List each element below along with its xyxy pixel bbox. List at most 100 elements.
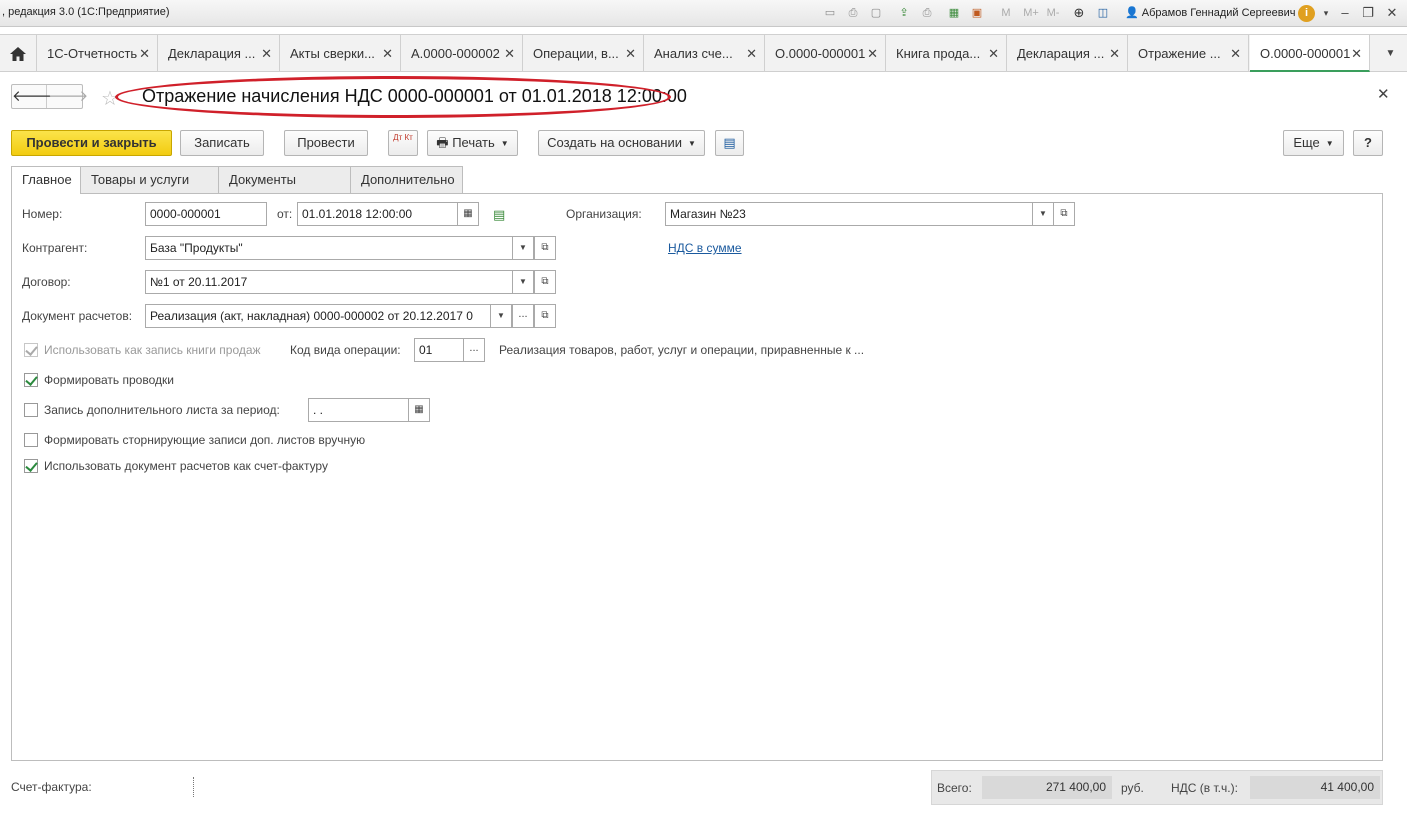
organization-dropdown-button[interactable]: ▼ [1032,202,1054,226]
memory-plus-button[interactable]: M+ [1021,6,1041,20]
contractor-input[interactable]: База "Продукты" [145,236,513,260]
nds-in-sum-link[interactable]: НДС в сумме [668,241,742,255]
total-label: Всего: [937,781,972,795]
form-entries-checkbox[interactable] [24,373,38,387]
tab-reconciliation-acts[interactable]: Акты сверки... ✕ [280,35,401,72]
dropdown-arrow-icon: ▼ [1325,138,1334,148]
tab-1c-reporting[interactable]: 1С-Отчетность ✕ [37,35,158,72]
post-button[interactable]: Провести [284,130,368,156]
help-button[interactable]: ? [1353,130,1383,156]
close-tab-icon[interactable]: ✕ [1351,35,1362,72]
close-tab-icon[interactable]: ✕ [139,35,150,72]
arrow-left-icon: 🡐 [12,88,53,105]
contract-dropdown-button[interactable]: ▼ [512,270,534,294]
calendar-icon[interactable]: ▣ [970,6,984,20]
operation-code-description: Реализация товаров, работ, услуг и опера… [499,343,865,357]
settlement-document-label: Документ расчетов: [22,309,133,323]
tabs-menu-button[interactable]: ▼ [1374,35,1407,72]
operation-code-input[interactable]: 01 [414,338,464,362]
close-tab-icon[interactable]: ✕ [382,35,393,72]
restore-button[interactable]: ❐ [1360,4,1376,22]
organization-input[interactable]: Магазин №23 [665,202,1033,226]
calculator-icon[interactable]: ▦ [947,6,961,20]
home-icon [10,46,26,61]
tab-o-0000-000001[interactable]: О.0000-000001 ✕ [765,35,886,72]
memory-m-button[interactable]: M [999,6,1013,20]
close-tab-icon[interactable]: ✕ [261,35,272,72]
settlement-open-button[interactable]: ⧉ [534,304,556,328]
contractor-dropdown-button[interactable]: ▼ [512,236,534,260]
contract-label: Договор: [22,275,71,289]
calendar-icon: ▦ [463,208,473,219]
tab-vat-reflection[interactable]: Отражение ... ✕ [1128,35,1249,72]
app-title: , редакция 3.0 (1С:Предприятие) [2,6,170,18]
dropdown-arrow-icon: ▼ [687,138,696,148]
extra-sheet-period-input[interactable]: . . [308,398,409,422]
print-icon[interactable]: ⎙ [846,6,860,20]
close-document-icon[interactable]: ✕ [1377,85,1390,103]
structure-button[interactable]: ▤ [715,130,744,156]
contract-open-button[interactable]: ⧉ [534,270,556,294]
tab-declaration-1[interactable]: Декларация ... ✕ [158,35,280,72]
tab-operations[interactable]: Операции, в... ✕ [523,35,644,72]
settlement-select-button[interactable]: ... [512,304,534,328]
tab-o-0000-000001-active[interactable]: О.0000-000001 ✕ [1250,35,1370,72]
dropdown-icon[interactable]: ▾ [1318,4,1334,22]
use-sales-book-checkbox[interactable] [24,343,38,357]
save-button[interactable]: Записать [180,130,264,156]
more-button[interactable]: Еще ▼ [1283,130,1344,156]
create-based-on-button[interactable]: Создать на основании ▼ [538,130,705,156]
extra-sheet-calendar-button[interactable]: ▦ [408,398,430,422]
use-as-invoice-checkbox[interactable] [24,459,38,473]
tab-sales-book[interactable]: Книга прода... ✕ [886,35,1007,72]
tab-a-0000-000002[interactable]: А.0000-000002 ✕ [401,35,523,72]
tab-declaration-2[interactable]: Декларация ... ✕ [1007,35,1128,72]
storno-checkbox[interactable] [24,433,38,447]
tab-additional[interactable]: Дополнительно [350,166,463,193]
memory-minus-button[interactable]: M- [1043,6,1063,20]
contractor-open-button[interactable]: ⧉ [534,236,556,260]
zoom-icon[interactable]: ⊕ [1072,6,1086,20]
open-link-icon: ⧉ [541,276,549,287]
tab-account-analysis[interactable]: Анализ сче... ✕ [644,35,765,72]
tab-main[interactable]: Главное [11,166,81,194]
settlement-document-input[interactable]: Реализация (акт, накладная) 0000-000002 … [145,304,491,328]
close-tab-icon[interactable]: ✕ [625,35,636,72]
close-tab-icon[interactable]: ✕ [1230,35,1241,72]
post-and-close-button[interactable]: Провести и закрыть [11,130,172,156]
close-tab-icon[interactable]: ✕ [746,35,757,72]
close-window-button[interactable]: ✕ [1384,4,1400,22]
extra-sheet-checkbox[interactable] [24,403,38,417]
save-icon[interactable]: ▭ [823,6,837,20]
back-button[interactable]: 🡐 [12,85,52,108]
date-input[interactable]: 01.01.2018 12:00:00 [297,202,458,226]
number-label: Номер: [22,207,63,221]
close-tab-icon[interactable]: ✕ [867,35,878,72]
upload-icon[interactable]: ⇪ [897,6,911,20]
dt-kt-button[interactable]: Дт Кт [388,130,418,156]
comment-icon[interactable]: ▤ [493,207,505,223]
forward-button[interactable]: 🡒 [48,85,88,108]
number-input[interactable]: 0000-000001 [145,202,267,226]
tab-payment-documents[interactable]: Документы оплаты [218,166,351,213]
settlement-dropdown-button[interactable]: ▼ [490,304,512,328]
calendar-button[interactable]: ▦ [457,202,479,226]
print-icon[interactable]: ⎙ [920,6,934,20]
info-icon[interactable]: i [1298,5,1315,22]
contract-input[interactable]: №1 от 20.11.2017 [145,270,513,294]
organization-open-button[interactable]: ⧉ [1053,202,1075,226]
tab-goods-services[interactable]: Товары и услуги (1) [80,166,219,213]
home-tab[interactable] [0,35,37,72]
total-value: 271 400,00 [982,776,1112,799]
close-tab-icon[interactable]: ✕ [504,35,515,72]
close-tab-icon[interactable]: ✕ [1109,35,1120,72]
panel-toggle-icon[interactable]: ◫ [1096,6,1110,20]
open-link-icon: ⧉ [1060,208,1068,219]
print-button[interactable]: 🖶 Печать ▼ [427,130,518,156]
preview-icon[interactable]: ▢ [869,6,883,20]
minimize-button[interactable]: – [1337,4,1353,22]
close-tab-icon[interactable]: ✕ [988,35,999,72]
structure-icon: ▤ [723,135,736,150]
current-user[interactable]: 👤 Абрамов Геннадий Сергеевич [1125,6,1296,19]
operation-code-select-button[interactable]: ... [463,338,485,362]
